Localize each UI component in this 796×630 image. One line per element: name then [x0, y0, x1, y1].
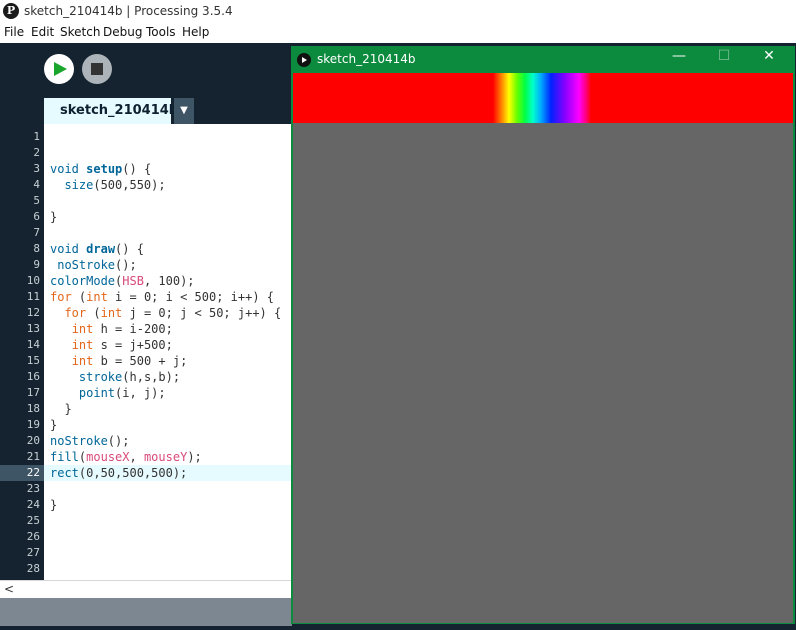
line-number: 22: [0, 465, 44, 481]
code-line[interactable]: noStroke();: [50, 257, 136, 273]
close-icon[interactable]: ✕: [749, 48, 789, 72]
code-line[interactable]: int h = i-200;: [50, 321, 173, 337]
play-icon: [54, 62, 67, 76]
tab-label: sketch_210414b: [60, 103, 179, 118]
line-number: 5: [33, 194, 40, 207]
code-line[interactable]: stroke(h,s,b);: [50, 369, 180, 385]
code-line[interactable]: }: [50, 497, 57, 513]
menu-help[interactable]: Help: [182, 25, 209, 39]
line-number: 17: [26, 386, 40, 399]
menu-debug[interactable]: Debug: [103, 25, 142, 39]
line-number: 18: [26, 402, 40, 415]
horizontal-scrollbar[interactable]: <: [0, 580, 292, 599]
stop-icon: [91, 63, 103, 75]
line-number: 2: [33, 146, 40, 159]
stop-button[interactable]: [82, 54, 112, 84]
menu-tools[interactable]: Tools: [146, 25, 176, 39]
sketch-window: sketch_210414b — ☐ ✕: [291, 46, 795, 624]
line-number: 6: [33, 210, 40, 223]
code-editor[interactable]: void setup() { size(500,550);} void draw(…: [44, 124, 292, 580]
line-number: 24: [26, 498, 40, 511]
line-number: 8: [33, 242, 40, 255]
sketch-window-title: sketch_210414b: [317, 52, 416, 66]
code-line[interactable]: rect(0,50,500,500);: [50, 465, 187, 481]
line-number: 11: [26, 290, 40, 303]
menu-file[interactable]: File: [4, 25, 24, 39]
code-line[interactable]: size(500,550);: [50, 177, 165, 193]
code-line[interactable]: }: [50, 209, 57, 225]
processing-logo-icon: P: [3, 3, 19, 19]
line-number: 4: [33, 178, 40, 191]
line-number: 27: [26, 546, 40, 559]
menu-bar: File Edit Sketch Debug Tools Help: [0, 23, 796, 43]
window-title: sketch_210414b | Processing 3.5.4: [24, 4, 233, 18]
line-number-gutter: 1 2 3 4 5 6 7 8 9 10 11 12 13 14 15 16 17 18 19 20 21 22 23 24 2…: [0, 124, 44, 580]
line-number: 3: [33, 162, 40, 175]
line-number: 28: [26, 562, 40, 575]
line-number: 25: [26, 514, 40, 527]
scroll-left-icon[interactable]: <: [4, 582, 14, 596]
line-number: 14: [26, 338, 40, 351]
hue-spectrum-strip: [293, 73, 793, 123]
app-titlebar: P sketch_210414b | Processing 3.5.4: [0, 0, 796, 23]
line-number: 19: [26, 418, 40, 431]
line-number: 15: [26, 354, 40, 367]
line-number: 10: [26, 274, 40, 287]
sketch-play-icon: [297, 53, 311, 67]
menu-sketch[interactable]: Sketch: [60, 25, 100, 39]
code-line[interactable]: noStroke();: [50, 433, 129, 449]
line-number: 12: [26, 306, 40, 319]
code-line[interactable]: fill(mouseX, mouseY);: [50, 449, 202, 465]
sketch-canvas[interactable]: [293, 73, 793, 623]
tab-menu-button[interactable]: ▼: [174, 98, 194, 124]
line-number: 23: [26, 482, 40, 495]
maximize-icon[interactable]: ☐: [704, 48, 744, 72]
tab-sketch[interactable]: sketch_210414b: [44, 98, 178, 126]
run-button[interactable]: [44, 54, 74, 84]
menu-edit[interactable]: Edit: [31, 25, 54, 39]
sketch-titlebar[interactable]: sketch_210414b — ☐ ✕: [291, 46, 795, 73]
code-line[interactable]: int b = 500 + j;: [50, 353, 188, 369]
code-line[interactable]: colorMode(HSB, 100);: [50, 273, 195, 289]
code-line[interactable]: }: [50, 417, 57, 433]
code-line[interactable]: }: [50, 401, 71, 417]
code-line[interactable]: point(i, j);: [50, 385, 166, 401]
line-number: 16: [26, 370, 40, 383]
line-number: 21: [26, 450, 40, 463]
line-number: 20: [26, 434, 40, 447]
code-line[interactable]: void setup() {: [50, 161, 151, 177]
code-line[interactable]: for (int i = 0; i < 500; i++) {: [50, 289, 274, 305]
line-number: 13: [26, 322, 40, 335]
line-number: 26: [26, 530, 40, 543]
code-line[interactable]: int s = j+500;: [50, 337, 173, 353]
line-number: 1: [33, 130, 40, 143]
line-number: 9: [33, 258, 40, 271]
status-bar: [0, 598, 292, 626]
minimize-icon[interactable]: —: [659, 48, 699, 72]
line-number: 7: [33, 226, 40, 239]
code-line[interactable]: void draw() {: [50, 241, 144, 257]
code-line[interactable]: for (int j = 0; j < 50; j++) {: [50, 305, 281, 321]
